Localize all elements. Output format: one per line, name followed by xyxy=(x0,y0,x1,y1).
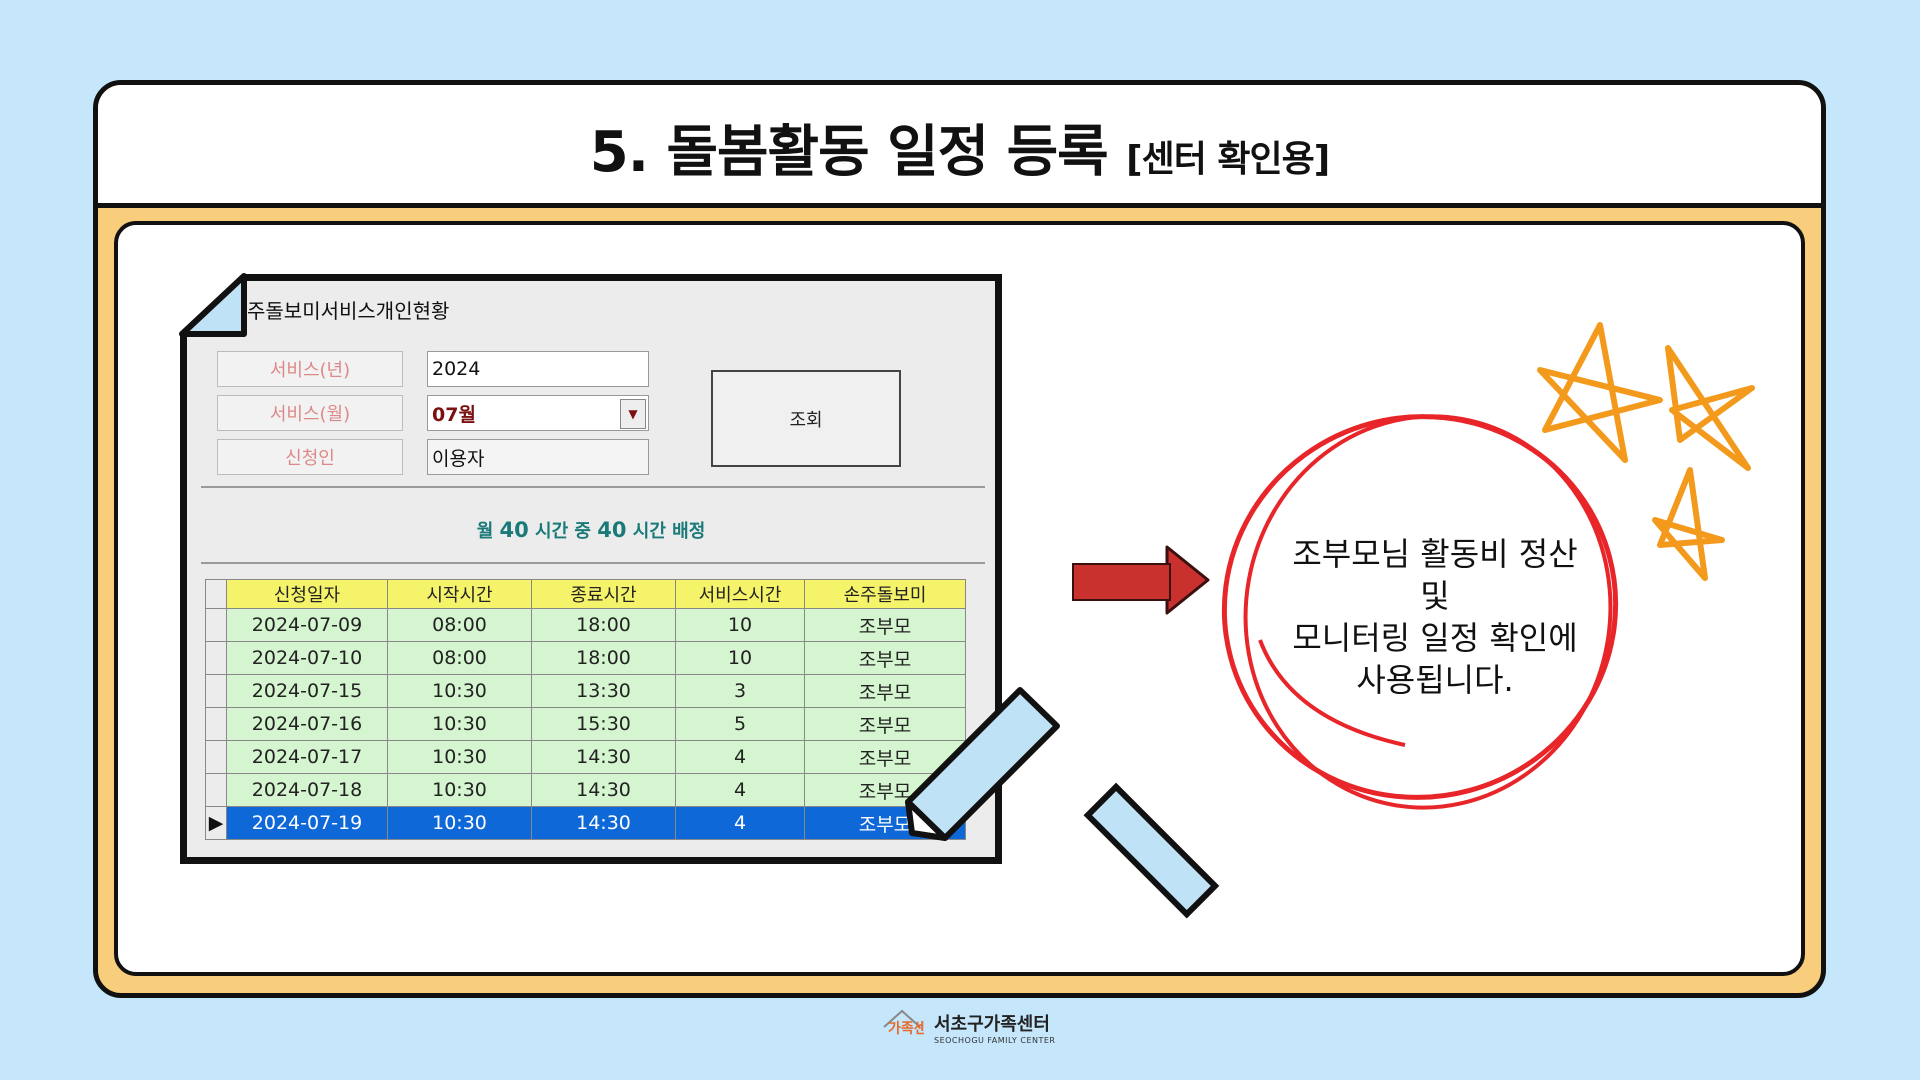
window-title: 주돌보미서비스개인현황 xyxy=(247,299,450,323)
footer-logo: 가족센터 서초구가족센터 SEOCHOGU FAMILY CENTER xyxy=(880,1005,1055,1049)
table-cell[interactable]: 2024-07-16 xyxy=(226,707,388,741)
family-center-logo-icon: 가족센터 xyxy=(880,1005,940,1049)
row-indicator[interactable]: ▶ xyxy=(205,806,227,840)
table-row[interactable]: 2024-07-10 08:00 18:00 10 조부모 xyxy=(205,641,966,675)
table-cell[interactable]: 4 xyxy=(675,806,805,840)
title-main: 5. 돌봄활동 일정 등록 xyxy=(589,120,1109,185)
alloc-middle: 시간 중 xyxy=(535,521,591,542)
table-cell[interactable]: 13:30 xyxy=(531,674,676,708)
center-name-eng: SEOCHOGU FAMILY CENTER xyxy=(934,1035,1056,1045)
col-caregiver[interactable]: 손주돌보미 xyxy=(804,579,966,609)
table-row[interactable]: 2024-07-15 10:30 13:30 3 조부모 xyxy=(205,674,966,708)
year-label: 서비스(년) xyxy=(217,351,403,387)
alloc-total: 40 xyxy=(499,518,529,542)
table-cell[interactable]: 5 xyxy=(675,707,805,741)
year-input[interactable]: 2024 xyxy=(427,351,649,387)
slide-title: 5. 돌봄활동 일정 등록 [센터 확인용] xyxy=(98,107,1821,188)
allocation-text: 월 40 시간 중 40 시간 배정 xyxy=(187,517,995,543)
applicant-label: 신청인 xyxy=(217,439,403,475)
explanation-note: 조부모님 활동비 정산 및 모니터링 일정 확인에 사용됩니다. xyxy=(1255,533,1615,701)
note-line-1: 조부모님 활동비 정산 xyxy=(1292,535,1578,573)
col-date[interactable]: 신청일자 xyxy=(226,579,388,609)
table-cell[interactable]: 18:00 xyxy=(531,608,676,642)
table-cell[interactable]: 2024-07-19 xyxy=(226,806,388,840)
table-cell[interactable]: 14:30 xyxy=(531,773,676,807)
table-cell[interactable]: 10 xyxy=(675,641,805,675)
table-cell[interactable]: 조부모 xyxy=(804,740,966,774)
schedule-table: 신청일자 시작시간 종료시간 서비스시간 손주돌보미 2024-07-09 08:… xyxy=(205,579,966,840)
month-value: 07월 xyxy=(432,403,476,426)
applicant-input[interactable]: 이용자 xyxy=(427,439,649,475)
table-cell[interactable]: 14:30 xyxy=(531,806,676,840)
table-cell[interactable]: 2024-07-18 xyxy=(226,773,388,807)
row-indicator[interactable] xyxy=(205,674,227,708)
table-row[interactable]: 2024-07-18 10:30 14:30 4 조부모 xyxy=(205,773,966,807)
table-row[interactable]: 2024-07-16 10:30 15:30 5 조부모 xyxy=(205,707,966,741)
svg-text:가족센터: 가족센터 xyxy=(888,1021,924,1037)
table-cell[interactable]: 3 xyxy=(675,674,805,708)
alloc-suffix: 시간 배정 xyxy=(632,521,706,542)
table-cell[interactable]: 조부모 xyxy=(804,773,966,807)
month-label: 서비스(월) xyxy=(217,395,403,431)
table-cell[interactable]: 10:30 xyxy=(387,707,532,741)
table-cell[interactable]: 2024-07-09 xyxy=(226,608,388,642)
note-line-3: 모니터링 일정 확인에 xyxy=(1292,619,1578,657)
table-cell[interactable]: 14:30 xyxy=(531,740,676,774)
month-select[interactable]: 07월 ▼ xyxy=(427,395,649,431)
table-header-row: 신청일자 시작시간 종료시간 서비스시간 손주돌보미 xyxy=(205,579,966,609)
table-row[interactable]: 2024-07-17 10:30 14:30 4 조부모 xyxy=(205,740,966,774)
table-cell[interactable]: 10:30 xyxy=(387,740,532,774)
table-cell[interactable]: 08:00 xyxy=(387,641,532,675)
chevron-down-icon[interactable]: ▼ xyxy=(620,399,646,429)
table-cell[interactable]: 08:00 xyxy=(387,608,532,642)
table-row[interactable]: 2024-07-09 08:00 18:00 10 조부모 xyxy=(205,608,966,642)
table-cell[interactable]: 조부모 xyxy=(804,674,966,708)
table-cell[interactable]: 조부모 xyxy=(804,608,966,642)
row-indicator[interactable] xyxy=(205,608,227,642)
arrow-right-icon xyxy=(1072,563,1171,601)
note-line-2: 및 xyxy=(1420,577,1450,615)
col-start[interactable]: 시작시간 xyxy=(387,579,532,609)
row-indicator[interactable] xyxy=(205,707,227,741)
table-row[interactable]: ▶ 2024-07-19 10:30 14:30 4 조부모 xyxy=(205,806,966,840)
col-hours[interactable]: 서비스시간 xyxy=(675,579,805,609)
divider-bottom xyxy=(201,562,985,564)
table-cell[interactable]: 10:30 xyxy=(387,806,532,840)
table-cell[interactable]: 4 xyxy=(675,740,805,774)
table-cell[interactable]: 2024-07-10 xyxy=(226,641,388,675)
table-cell[interactable]: 2024-07-15 xyxy=(226,674,388,708)
row-indicator[interactable] xyxy=(205,740,227,774)
query-button[interactable]: 조회 xyxy=(711,370,901,467)
app-window: W 주돌보미서비스개인현황 서비스(년) 2024 서비스(월) 07월 ▼ 신… xyxy=(180,274,1002,864)
row-indicator-header xyxy=(205,579,227,609)
table-cell[interactable]: 조부모 xyxy=(804,641,966,675)
table-cell[interactable]: 2024-07-17 xyxy=(226,740,388,774)
app-logo-icon: W xyxy=(201,293,224,317)
divider-top xyxy=(201,486,985,488)
table-cell[interactable]: 10:30 xyxy=(387,773,532,807)
alloc-assigned: 40 xyxy=(597,518,627,542)
table-cell[interactable]: 10 xyxy=(675,608,805,642)
col-end[interactable]: 종료시간 xyxy=(531,579,676,609)
center-name: 서초구가족센터 xyxy=(934,1013,1050,1035)
table-cell[interactable]: 조부모 xyxy=(804,806,966,840)
title-bar: 5. 돌봄활동 일정 등록 [센터 확인용] xyxy=(98,85,1821,208)
row-indicator[interactable] xyxy=(205,641,227,675)
table-cell[interactable]: 4 xyxy=(675,773,805,807)
title-sub: [센터 확인용] xyxy=(1126,139,1330,180)
table-cell[interactable]: 15:30 xyxy=(531,707,676,741)
table-cell[interactable]: 10:30 xyxy=(387,674,532,708)
table-cell[interactable]: 18:00 xyxy=(531,641,676,675)
note-line-4: 사용됩니다. xyxy=(1356,661,1514,699)
table-cell[interactable]: 조부모 xyxy=(804,707,966,741)
row-indicator[interactable] xyxy=(205,773,227,807)
alloc-prefix: 월 xyxy=(476,521,494,542)
